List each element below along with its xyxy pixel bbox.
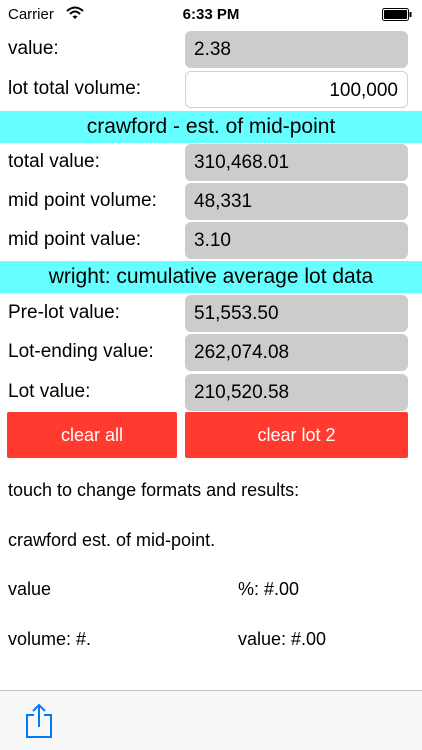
percent-format-toggle[interactable]: %: #.00 [238, 579, 299, 600]
lot-ending-value-field: 262,074.08 [185, 334, 408, 371]
clear-all-button[interactable]: clear all [7, 412, 177, 458]
total-value-row: total value: 310,468.01 [0, 143, 422, 181]
pre-lot-value-label: Pre-lot value: [8, 302, 120, 323]
lot-ending-value-row: Lot-ending value: 262,074.08 [0, 333, 422, 371]
value-row: value: 2.38 [0, 30, 422, 68]
pre-lot-value-field: 51,553.50 [185, 295, 408, 332]
mid-point-value-row: mid point value: 3.10 [0, 221, 422, 259]
lot-value-field: 210,520.58 [185, 374, 408, 411]
lot-total-volume-field[interactable]: 100,000 [185, 71, 408, 108]
total-value-field: 310,468.01 [185, 144, 408, 181]
lot-total-volume-label: lot total volume: [8, 78, 142, 99]
volume-format-toggle[interactable]: volume: #. [8, 629, 91, 650]
crawford-section-header: crawford - est. of mid-point [0, 111, 422, 143]
lot-total-volume-row: lot total volume: 100,000 [0, 70, 422, 108]
mid-point-volume-label: mid point volume: [8, 190, 157, 211]
mid-point-volume-row: mid point volume: 48,331 [0, 182, 422, 220]
battery-icon [382, 8, 412, 21]
value-label: value: [8, 38, 59, 59]
wright-section-header: wright: cumulative average lot data [0, 261, 422, 293]
lot-ending-value-label: Lot-ending value: [8, 341, 154, 362]
bottom-toolbar [0, 690, 422, 750]
status-time: 6:33 PM [182, 6, 240, 23]
status-bar: Carrier 6:33 PM [0, 0, 422, 28]
format-instruction: touch to change formats and results: [8, 480, 300, 500]
share-icon[interactable] [24, 703, 54, 739]
mid-point-volume-field: 48,331 [185, 183, 408, 220]
mid-point-value-field: 3.10 [185, 222, 408, 259]
lot-value-row: Lot value: 210,520.58 [0, 373, 422, 411]
value-field[interactable]: 2.38 [185, 31, 408, 68]
pre-lot-value-row: Pre-lot value: 51,553.50 [0, 294, 422, 332]
value-decimal-format-toggle[interactable]: value: #.00 [238, 629, 326, 650]
result-mode-toggle[interactable]: crawford est. of mid-point. [8, 530, 215, 551]
clear-lot-button[interactable]: clear lot 2 [185, 412, 408, 458]
lot-value-label: Lot value: [8, 381, 91, 402]
total-value-label: total value: [8, 151, 100, 172]
mid-point-value-label: mid point value: [8, 229, 142, 250]
value-format-toggle[interactable]: value [8, 579, 51, 600]
